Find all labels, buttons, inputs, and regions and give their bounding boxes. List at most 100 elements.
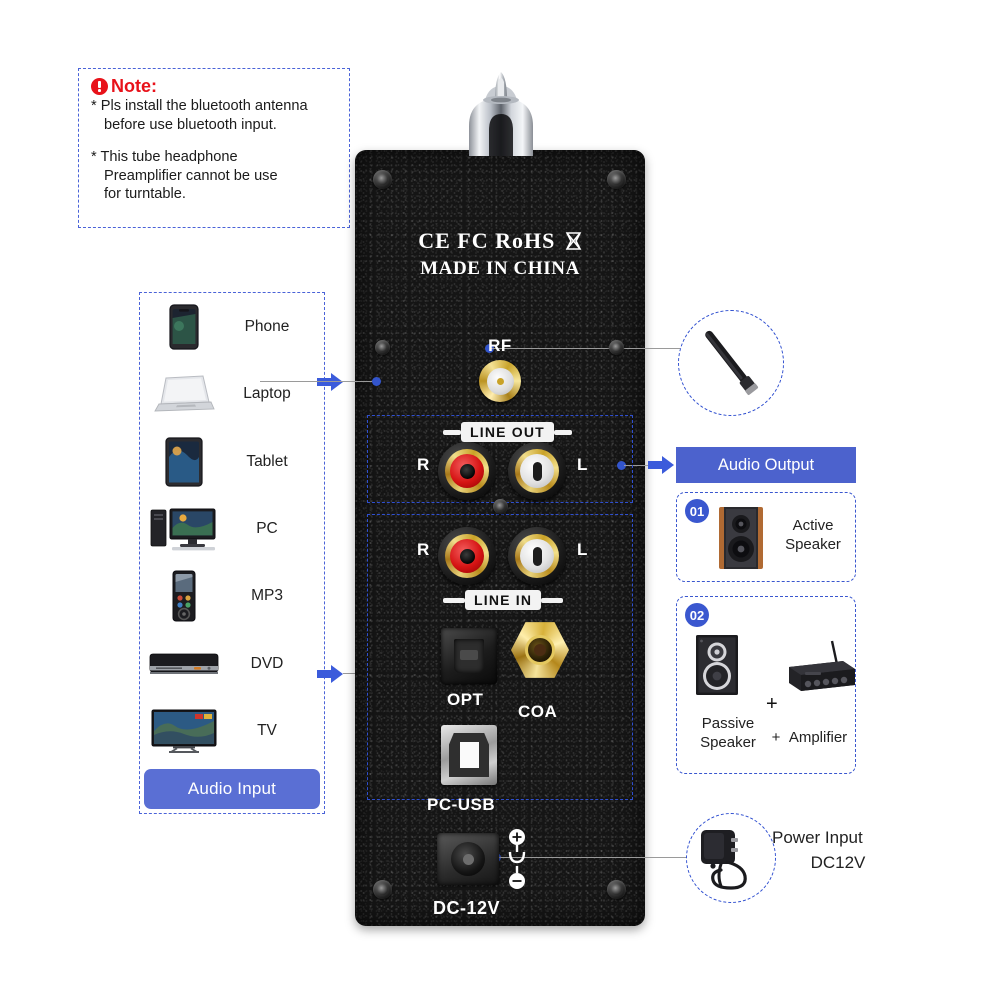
badge-02: 02 — [685, 603, 709, 627]
plus-sign-top: + — [766, 693, 778, 715]
list-item[interactable]: Phone — [140, 293, 324, 360]
list-item[interactable]: TV — [140, 698, 324, 765]
line-in-rca-right[interactable] — [438, 527, 496, 585]
line-out-left-label: L — [577, 455, 588, 474]
usb-b-connector[interactable] — [441, 725, 497, 785]
plate-bar-right — [541, 597, 564, 603]
coaxial-input-connector[interactable] — [510, 620, 570, 680]
list-item[interactable]: DVD — [140, 630, 324, 697]
optical-input-connector[interactable] — [441, 628, 497, 684]
desktop-computer-icon — [148, 495, 220, 562]
list-item-label: MP3 — [251, 587, 283, 605]
rca-gold-ring — [515, 449, 559, 493]
arrow-head — [331, 665, 343, 683]
lead-line-rf-left — [260, 381, 378, 383]
output-card-passive-speaker-amplifier[interactable]: 02 + Passive Speaker + Amplifier — [676, 596, 856, 774]
mp3-player-icon — [148, 563, 220, 630]
label-line-1: Passive — [701, 715, 755, 732]
rca-gold-ring — [445, 534, 489, 578]
passive-speaker-icon — [696, 635, 738, 700]
usb-cavity — [449, 733, 489, 777]
list-item[interactable]: Laptop — [140, 360, 324, 427]
note-box: Note: * Pls install the bluetooth antenn… — [78, 68, 350, 228]
line-out-plate: LINE OUT — [443, 422, 578, 442]
list-item[interactable]: Tablet — [140, 428, 324, 495]
opt-label: OPT — [447, 690, 484, 709]
note-line-2b: Preamplifier cannot be use — [104, 167, 278, 184]
badge-01: 01 — [685, 499, 709, 523]
coa-label: COA — [518, 702, 558, 721]
screw-icon — [373, 880, 392, 899]
lead-dot-rf-left — [372, 377, 381, 386]
amplifier-label: Amplifier — [788, 729, 848, 746]
rca-pin — [532, 461, 542, 481]
note-title: Note: — [111, 76, 157, 96]
dc-barrel — [451, 842, 485, 876]
dc-label: DC-12V — [433, 898, 501, 918]
plate-bar-right — [553, 429, 572, 435]
amplifier-icon — [785, 639, 857, 702]
arrow-input-to-device-bottom — [317, 665, 343, 683]
dc-center-pin — [462, 853, 474, 865]
plus-sign-bottom: + — [771, 729, 781, 746]
usb-label: PC-USB — [427, 795, 496, 814]
line-out-rca-left[interactable] — [508, 442, 566, 500]
plate-bar-left — [443, 597, 465, 603]
rf-antenna-connector[interactable] — [479, 360, 521, 402]
label-line-2: Speaker — [700, 733, 756, 751]
list-item-label: Tablet — [246, 452, 288, 470]
note-line-1a: * Pls install the bluetooth antenna — [91, 98, 308, 114]
list-item-label: Phone — [244, 317, 290, 335]
infographic-canvas: Note: * Pls install the bluetooth antenn… — [0, 0, 1000, 1000]
line-in-plate: LINE IN — [443, 590, 578, 610]
wheelie-bin-crossed-icon — [565, 232, 582, 250]
rca-insulator — [450, 454, 484, 488]
line-out-rca-right[interactable] — [438, 442, 496, 500]
line-out-label: LINE OUT — [461, 422, 554, 442]
list-item[interactable]: PC — [140, 495, 324, 562]
list-item-label: DVD — [250, 654, 284, 672]
dc-power-connector[interactable] — [437, 833, 499, 885]
rca-pin — [459, 548, 475, 564]
line-in-rca-left[interactable] — [508, 527, 566, 585]
label-line-1: Active — [792, 517, 834, 534]
power-adapter-callout — [686, 813, 776, 903]
coax-core — [534, 644, 546, 656]
power-input-label: Power Input DC12V — [772, 826, 922, 875]
note-line-2a: * This tube headphone — [91, 149, 238, 166]
note-line-1b: before use bluetooth input. — [104, 116, 277, 133]
active-speaker-icon — [719, 507, 763, 574]
list-item-label: PC — [256, 519, 278, 537]
output-card-active-speaker[interactable]: 01 Active Speaker — [676, 492, 856, 582]
active-speaker-label: Active Speaker — [777, 517, 849, 555]
line-in-right-label: R — [417, 540, 430, 559]
note-line-2c: for turntable. — [104, 186, 186, 203]
vacuum-tube-icon — [455, 70, 547, 156]
rca-gold-ring — [515, 534, 559, 578]
coax-hex-nut — [511, 622, 569, 678]
rca-insulator — [450, 539, 484, 573]
line-in-label: LINE IN — [465, 590, 542, 610]
audio-output-button[interactable]: Audio Output — [676, 447, 856, 483]
rf-inner — [486, 367, 514, 395]
rca-pin — [532, 546, 542, 566]
screw-icon — [373, 170, 392, 189]
note-header: Note: — [91, 77, 339, 95]
cert-text: CE FC RoHS — [418, 228, 556, 253]
list-item[interactable]: MP3 — [140, 563, 324, 630]
arrow-head — [662, 456, 674, 474]
screw-icon — [607, 880, 626, 899]
plate-bar-left — [443, 429, 461, 435]
audio-input-button[interactable]: Audio Input — [144, 769, 320, 809]
origin-text: MADE IN CHINA — [420, 258, 580, 279]
usb-tongue — [459, 742, 479, 768]
rca-insulator — [520, 539, 554, 573]
list-item-label: TV — [257, 722, 277, 740]
power-adapter-icon — [701, 830, 747, 890]
polarity-symbol-icon — [503, 828, 531, 895]
power-line-2: DC12V — [810, 852, 866, 872]
arrow-device-to-output — [648, 456, 674, 474]
dvd-player-icon — [148, 630, 220, 697]
preamplifier-back-panel: CE FC RoHS MADE IN CHINA RF LINE OUT R L — [355, 150, 645, 926]
line-in-region — [367, 514, 633, 800]
